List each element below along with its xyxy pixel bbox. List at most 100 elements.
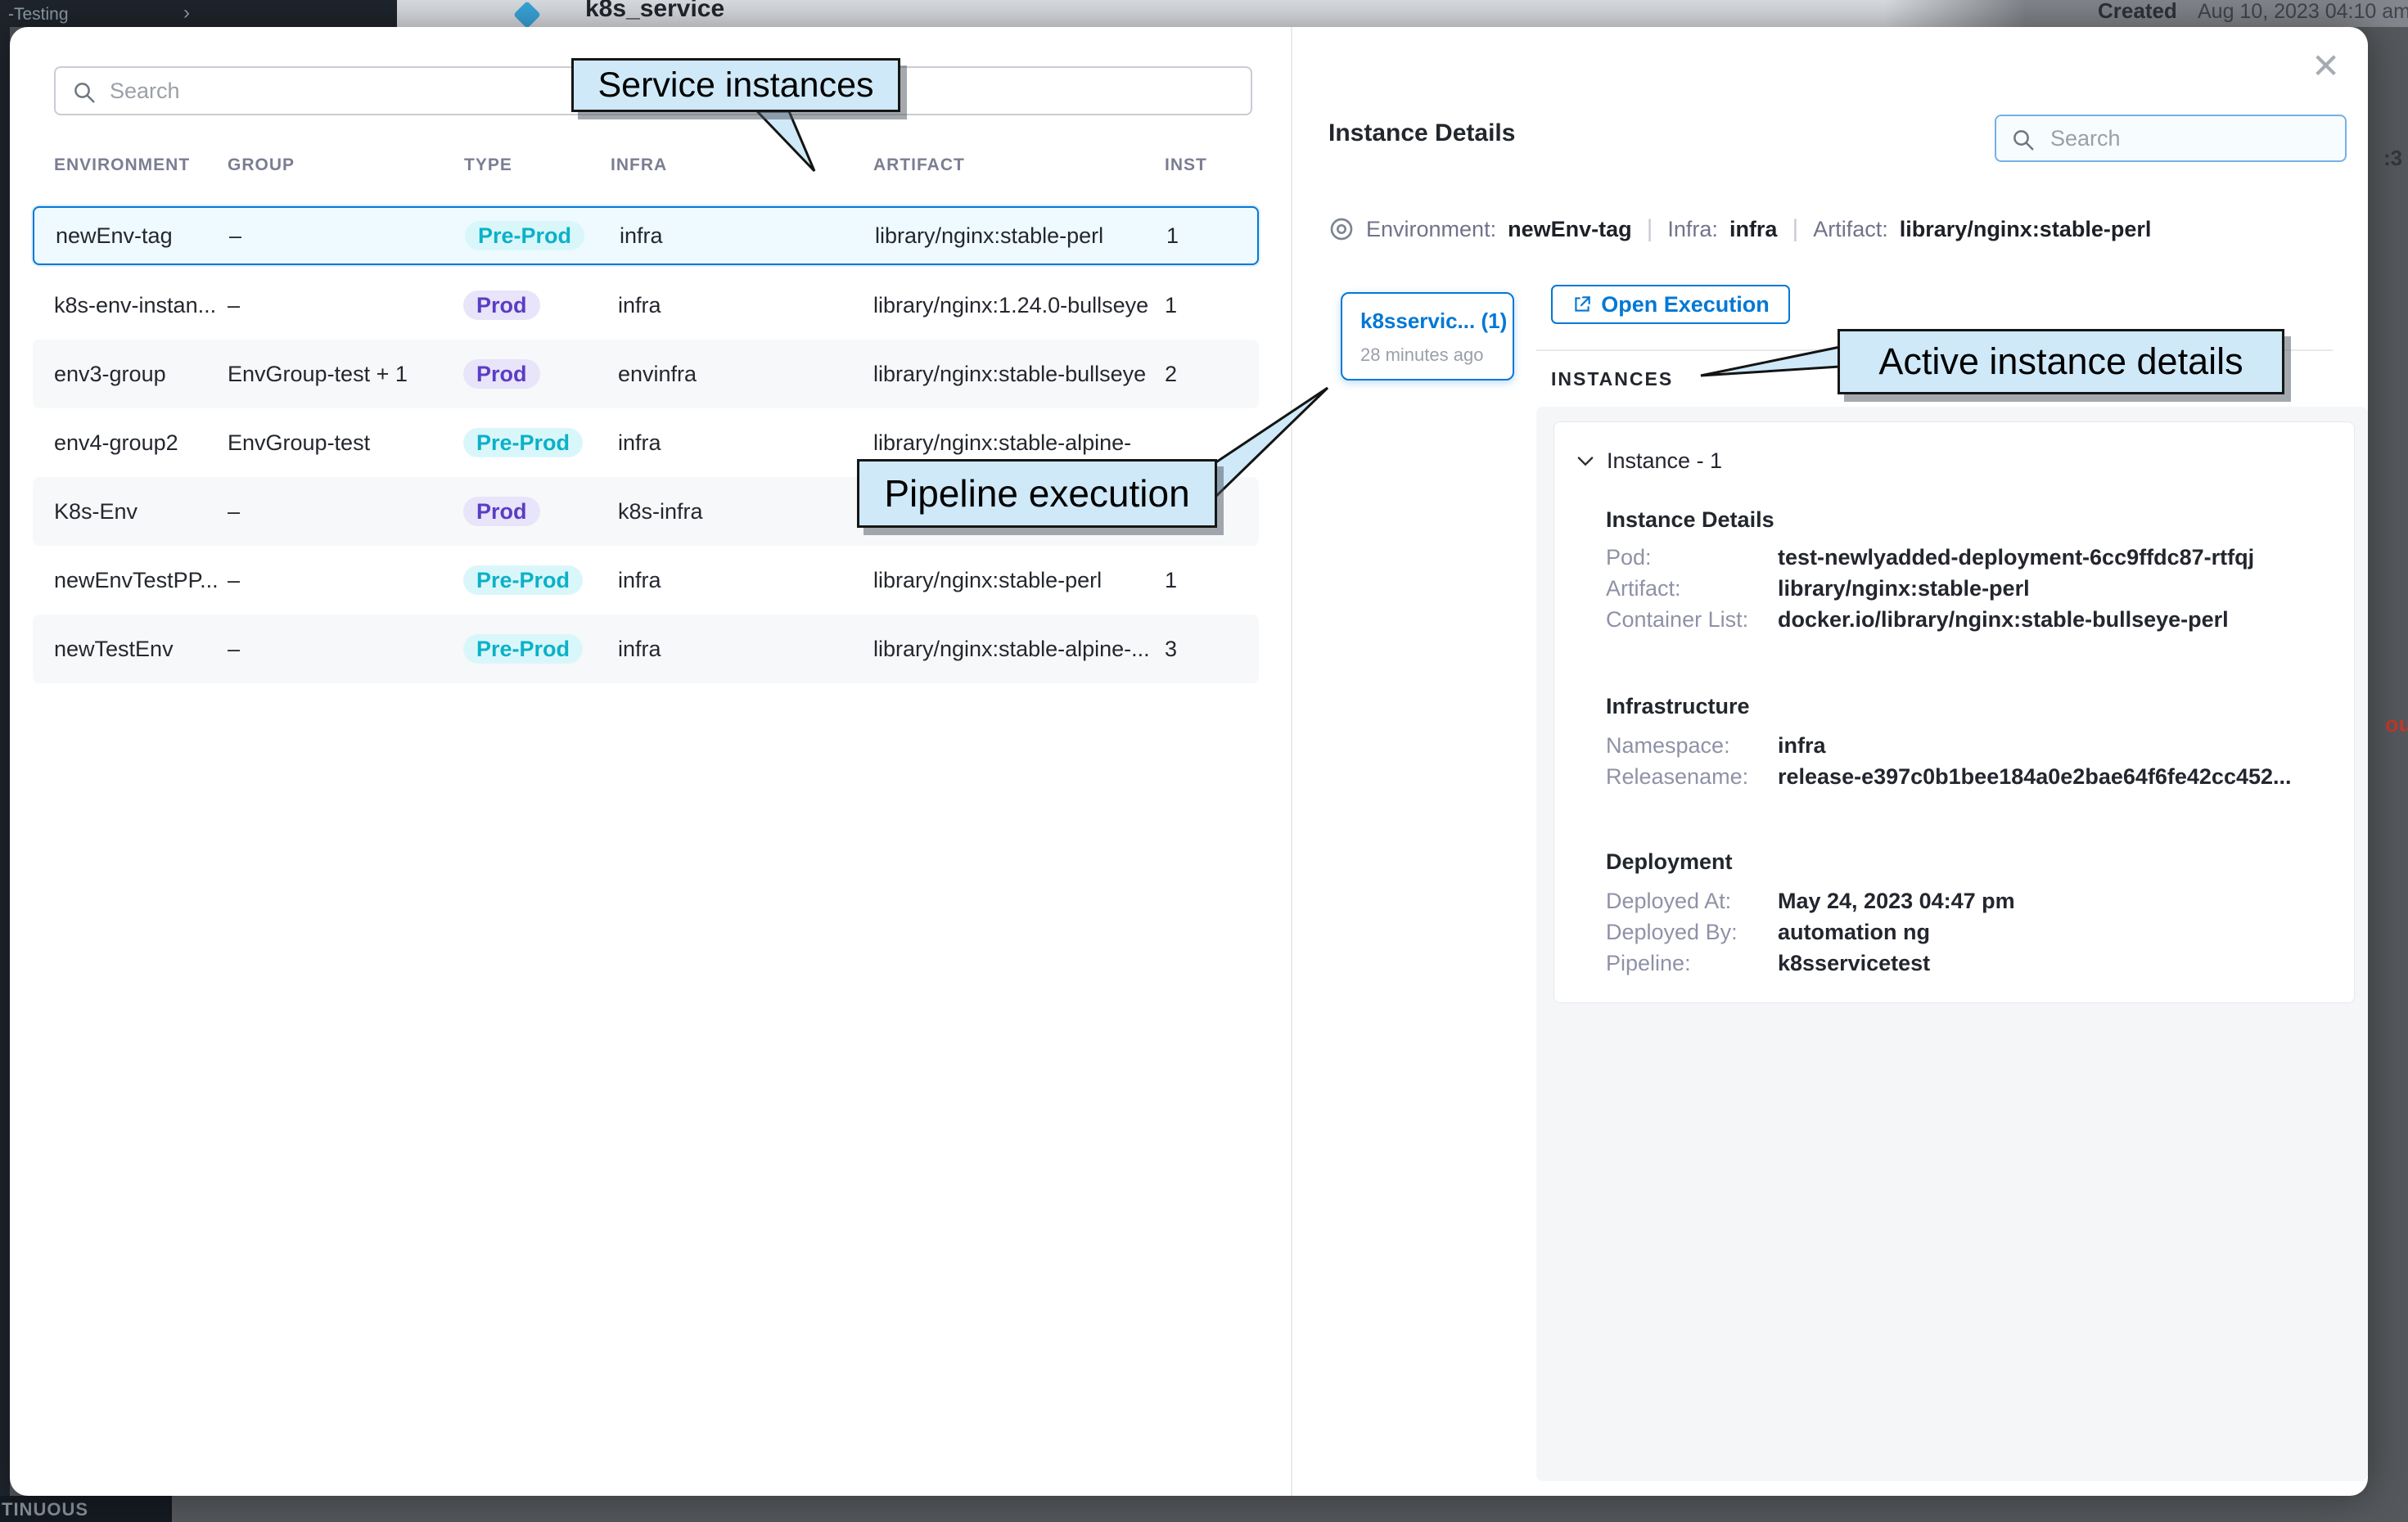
cell-inst: 2 [1165,340,1177,408]
pipeline-value: k8sservicetest [1778,951,1930,976]
env-type-badge: Pre-Prod [465,221,584,250]
cell-environment: newEnvTestPP... [54,546,219,615]
cell-environment: env4-group2 [54,408,178,477]
callout-service-instances: Service instances [571,58,900,112]
cell-environment: newEnv-tag [56,208,173,263]
cell-infra: infra [620,208,663,263]
cell-group: – [228,477,240,546]
cell-environment: env3-group [54,340,166,408]
cell-infra: infra [618,271,661,340]
instance-search-box [1995,115,2347,162]
table-row[interactable]: newEnvTestPP... – Pre-Prod infra library… [33,546,1259,615]
deployed-by-value: automation ng [1778,920,1930,945]
pipeline-label: Pipeline: [1606,951,1691,976]
cell-infra: envinfra [618,340,697,408]
env-type-badge: Pre-Prod [463,428,583,457]
cell-infra: infra [618,408,661,477]
namespace-value: infra [1778,733,1826,759]
callout-pipeline-execution: Pipeline execution [857,459,1217,528]
callout-active-instance-details: Active instance details [1838,329,2284,394]
panel-divider [1291,27,1292,1496]
instance-details-title: Instance Details [1328,119,1515,147]
table-row[interactable]: newTestEnv – Pre-Prod infra library/ngin… [33,615,1259,683]
table-row[interactable]: env3-group EnvGroup-test + 1 Prod envinf… [33,340,1259,408]
background-sidebar-edge [0,27,10,1496]
created-timestamp: Aug 10, 2023 04:10 am [2198,0,2408,24]
background-bottom-bar [0,1496,2408,1522]
cell-infra: infra [618,546,661,615]
table-row[interactable]: k8s-env-instan... – Prod infra library/n… [33,271,1259,340]
cell-artifact: library/nginx:stable-bullseye [873,340,1146,408]
environment-value: newEnv-tag [1508,217,1632,242]
instance-summary-bar: Environment: newEnv-tag | Infra: infra |… [1328,213,2151,245]
cell-environment: newTestEnv [54,615,174,683]
deployed-by-label: Deployed By: [1606,920,1738,945]
deployed-at-label: Deployed At: [1606,889,1731,914]
cell-group: – [228,615,240,683]
pod-value: test-newlyadded-deployment-6cc9ffdc87-rt… [1778,545,2254,570]
cell-group: – [229,208,241,263]
instance-details-heading: Instance Details [1606,507,1774,533]
close-icon[interactable]: ✕ [2311,46,2340,86]
env-type-badge: Prod [463,290,540,320]
open-execution-label: Open Execution [1601,292,1770,317]
table-row[interactable]: newEnv-tag – Pre-Prod infra library/ngin… [33,206,1259,265]
chevron-down-icon [1574,449,1597,472]
cell-infra: k8s-infra [618,477,703,546]
col-header-inst: INST [1165,155,1207,177]
cell-environment: K8s-Env [54,477,138,546]
cell-artifact: library/nginx:1.24.0-bullseye [873,271,1148,340]
container-list-value: docker.io/library/nginx:stable-bullseye-… [1778,607,2229,633]
col-header-environment: ENVIRONMENT [54,155,190,177]
page-title: k8s_service [585,0,724,23]
created-label: Created [2098,0,2177,24]
cell-group: EnvGroup-test + 1 [228,340,408,408]
artifact-label: Artifact: [1606,576,1681,601]
infra-label: Infra: [1667,217,1718,242]
background-sidebar-footer: TINUOUS [0,1496,172,1522]
screen: -Testing › k8s_service Created Aug 10, 2… [0,0,2408,1522]
breadcrumb: -Testing [8,5,69,25]
cell-artifact: library/nginx:stable-perl [873,546,1102,615]
external-link-icon [1572,294,1593,315]
namespace-label: Namespace: [1606,733,1730,759]
infra-value: infra [1729,217,1778,242]
artifact-value: library/nginx:stable-perl [1900,217,2152,242]
col-header-type: TYPE [464,155,512,177]
pod-label: Pod: [1606,545,1652,570]
open-execution-button[interactable]: Open Execution [1551,285,1790,324]
cell-group: – [228,271,240,340]
service-cube-icon [513,1,541,27]
deployment-heading: Deployment [1606,849,1733,875]
search-icon [2011,128,2036,152]
env-type-badge: Pre-Prod [463,565,583,595]
background-text-fragment-red: ou [2385,712,2408,737]
instance-expander[interactable]: Instance - 1 [1574,446,1722,475]
sidebar-footer-label: TINUOUS [2,1499,88,1520]
background-right-edge [2368,27,2408,1496]
artifact-label: Artifact: [1813,217,1888,242]
cell-inst: 1 [1165,271,1177,340]
cell-group: EnvGroup-test [228,408,370,477]
env-type-badge: Prod [463,497,540,526]
background-page-header: k8s_service Created Aug 10, 2023 04:10 a… [397,0,2408,27]
pipeline-execution-card[interactable]: k8sservic... (1) 28 minutes ago [1341,292,1514,380]
env-type-badge: Prod [463,359,540,389]
cell-artifact: library/nginx:stable-perl [875,208,1103,263]
col-header-artifact: ARTIFACT [873,155,965,177]
instances-section-label: INSTANCES [1551,368,1673,390]
instance-search-input[interactable] [2049,116,2332,160]
env-type-badge: Pre-Prod [463,634,583,664]
cell-inst: 1 [1165,546,1177,615]
infrastructure-heading: Infrastructure [1606,694,1750,719]
cell-group: – [228,546,240,615]
cell-environment: k8s-env-instan... [54,271,216,340]
col-header-infra: INFRA [611,155,667,177]
separator: | [1788,215,1801,243]
deployed-at-value: May 24, 2023 04:47 pm [1778,889,2015,914]
cell-inst: 1 [1166,208,1179,263]
col-header-group: GROUP [228,155,295,177]
releasename-label: Releasename: [1606,764,1748,790]
cell-inst: 3 [1165,615,1177,683]
execution-name: k8sservic... (1) [1360,308,1507,334]
